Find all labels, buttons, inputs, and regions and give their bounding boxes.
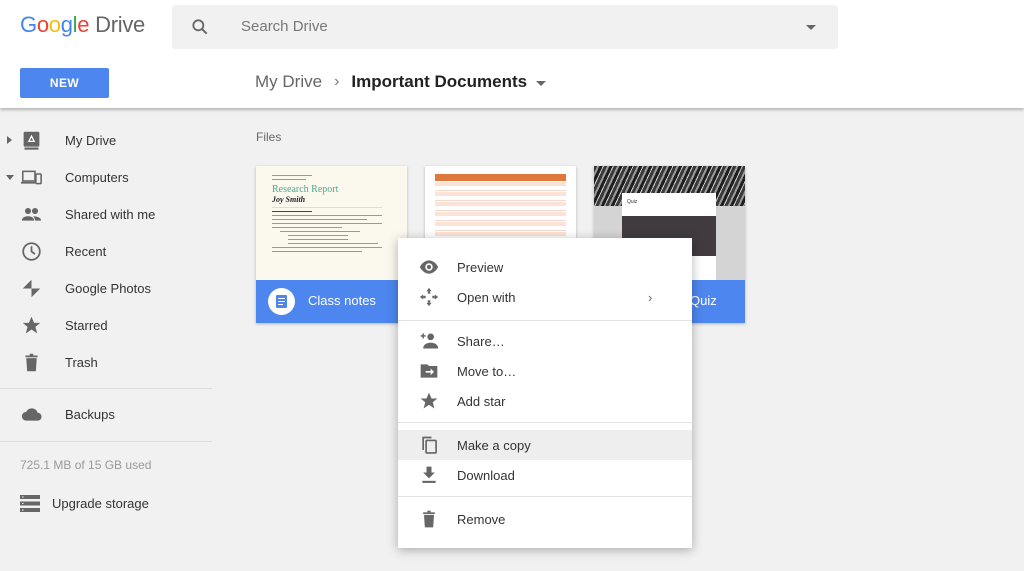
- menu-divider: [398, 422, 692, 423]
- file-name: Quiz: [690, 293, 717, 308]
- open-with-icon: [419, 287, 439, 307]
- sidebar-divider: [0, 388, 212, 389]
- menu-item-preview[interactable]: Preview: [398, 252, 692, 282]
- sidebar-item-my-drive[interactable]: My Drive: [0, 125, 212, 155]
- search-options-dropdown-icon[interactable]: [806, 25, 816, 30]
- storage-usage: 725.1 MB of 15 GB used: [20, 458, 152, 472]
- expand-arrow-icon[interactable]: [7, 136, 12, 144]
- sidebar-item-recent[interactable]: Recent: [0, 236, 212, 266]
- files-section-label: Files: [256, 130, 282, 144]
- search-icon[interactable]: [190, 17, 210, 37]
- trash-icon: [423, 510, 435, 528]
- context-menu: Preview Open with › Share… Move to… Add …: [398, 238, 692, 548]
- sidebar-item-google-photos[interactable]: Google Photos: [0, 273, 212, 303]
- pinwheel-icon: [22, 279, 41, 298]
- menu-item-download[interactable]: Download: [398, 460, 692, 490]
- menu-item-share[interactable]: Share…: [398, 326, 692, 356]
- file-name: Class notes: [308, 293, 376, 308]
- file-card-footer: Class notes: [256, 280, 407, 323]
- google-drive-logo[interactable]: Google Drive: [20, 12, 145, 38]
- menu-item-move-to[interactable]: Move to…: [398, 356, 692, 386]
- menu-divider: [398, 320, 692, 321]
- sidebar-item-starred[interactable]: Starred: [0, 310, 212, 340]
- copy-icon: [422, 436, 437, 454]
- add-person-icon: [420, 333, 439, 349]
- menu-item-add-star[interactable]: Add star: [398, 386, 692, 416]
- clock-icon: [22, 242, 41, 261]
- search-bar[interactable]: Search Drive: [172, 5, 838, 49]
- collapse-arrow-icon[interactable]: [6, 174, 14, 180]
- document-thumbnail: Research Report Joy Smith: [256, 166, 407, 280]
- upgrade-storage-link[interactable]: Upgrade storage: [20, 492, 149, 514]
- sidebar: My Drive Computers Shared with me Recent…: [0, 108, 230, 571]
- people-icon: [21, 207, 42, 221]
- star-icon: [420, 392, 438, 409]
- menu-divider: [398, 496, 692, 497]
- computers-icon: [21, 170, 42, 185]
- new-button[interactable]: NEW: [20, 68, 109, 98]
- breadcrumb-my-drive[interactable]: My Drive: [255, 72, 322, 92]
- chevron-right-icon: ›: [334, 73, 340, 90]
- trash-icon: [25, 353, 38, 372]
- drive-icon: [23, 131, 40, 150]
- folder-dropdown-icon[interactable]: [536, 80, 547, 86]
- menu-item-make-a-copy[interactable]: Make a copy: [398, 430, 692, 460]
- breadcrumb: My Drive › Important Documents: [255, 72, 547, 92]
- sidebar-item-backups[interactable]: Backups: [0, 399, 212, 429]
- breadcrumb-current-folder[interactable]: Important Documents: [351, 72, 527, 92]
- move-folder-icon: [420, 364, 438, 378]
- submenu-chevron-icon: ›: [648, 289, 653, 305]
- cloud-icon: [21, 408, 42, 421]
- sidebar-item-trash[interactable]: Trash: [0, 347, 212, 377]
- menu-item-remove[interactable]: Remove: [398, 504, 692, 534]
- top-bar: Google Drive Search Drive NEW My Drive › …: [0, 0, 1024, 108]
- sidebar-item-computers[interactable]: Computers: [0, 162, 212, 192]
- menu-item-open-with[interactable]: Open with ›: [398, 282, 692, 312]
- sidebar-item-shared-with-me[interactable]: Shared with me: [0, 199, 212, 229]
- storage-icon: [20, 494, 40, 512]
- file-card-class-notes[interactable]: Research Report Joy Smith Class notes: [256, 166, 407, 323]
- sidebar-divider: [0, 441, 212, 442]
- search-input[interactable]: Search Drive: [241, 18, 328, 35]
- download-icon: [422, 466, 436, 483]
- star-icon: [22, 316, 41, 334]
- google-docs-icon: [268, 288, 295, 315]
- eye-icon: [419, 260, 439, 274]
